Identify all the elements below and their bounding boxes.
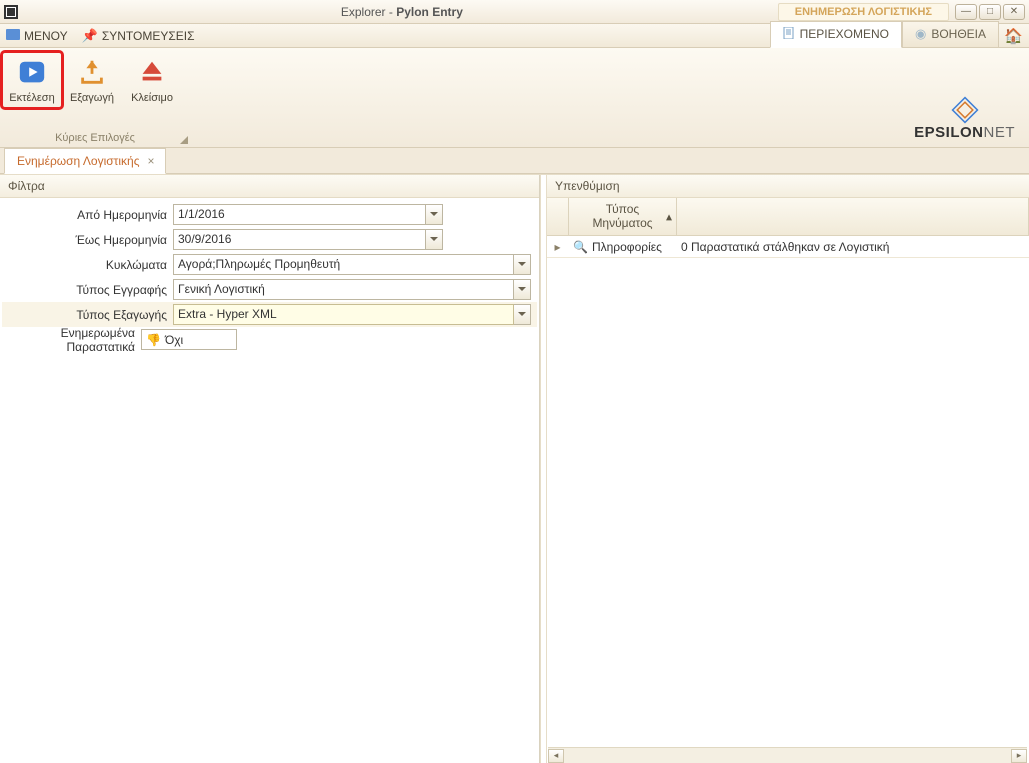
run-button-label: Εκτέλεση — [9, 92, 54, 104]
grid-col-marker[interactable] — [547, 198, 569, 235]
horizontal-scrollbar[interactable]: ◂ ▸ — [548, 747, 1027, 763]
grid-row[interactable]: ▸ 🔍 Πληροφορίες 0 Παραστατικά στάλθηκαν … — [547, 236, 1029, 258]
to-date-label: Έως Ημερομηνία — [2, 233, 173, 247]
cell-msg-type: 🔍 Πληροφορίες — [569, 240, 677, 254]
menu-main-label: ΜΕΝΟΥ — [24, 29, 68, 43]
scroll-right-button[interactable]: ▸ — [1011, 749, 1027, 763]
active-context-pill: ΕΝΗΜΕΡΩΣΗ ΛΟΓΙΣΤΙΚΗΣ — [778, 3, 949, 21]
splitter[interactable] — [540, 175, 547, 763]
brand-bold: EPSILON — [914, 124, 983, 141]
row-to-date: Έως Ημερομηνία 30/9/2016 — [2, 227, 537, 252]
reminder-header: Υπενθύμιση — [547, 175, 1029, 198]
from-date-input[interactable]: 1/1/2016 — [173, 204, 426, 225]
export-type-dropdown[interactable] — [514, 304, 531, 325]
cell-message: 0 Παραστατικά στάλθηκαν σε Λογιστική — [677, 240, 1029, 254]
row-export-type: Τύπος Εξαγωγής Extra - Hyper XML — [2, 302, 537, 327]
tab-content-label: ΠΕΡΙΕΧΟΜΕΝΟ — [800, 27, 889, 41]
to-date-input[interactable]: 30/9/2016 — [173, 229, 426, 250]
col-msg-type-l2: Μηνύματος — [592, 217, 652, 230]
document-icon — [783, 27, 795, 42]
help-tabs: ΠΕΡΙΕΧΟΜΕΝΟ ◉ ΒΟΗΘΕΙΑ — [770, 21, 999, 48]
grid-col-msg-type[interactable]: Τύπος Μηνύματος ▴ — [569, 198, 677, 235]
menubar: ΜΕΝΟΥ 📌 ΣΥΝΤΟΜΕΥΣΕΙΣ ΠΕΡΙΕΧΟΜΕΝΟ ◉ ΒΟΗΘΕ… — [0, 24, 1029, 48]
close-button[interactable]: Κλείσιμο — [122, 52, 182, 108]
document-tab[interactable]: Ενημέρωση Λογιστικής × — [4, 148, 166, 174]
app-icon — [4, 5, 18, 19]
filters-pane: Φίλτρα Από Ημερομηνία 1/1/2016 Έως Ημερο… — [0, 175, 540, 763]
folder-icon — [6, 29, 20, 43]
grid-col-message[interactable] — [677, 198, 1029, 235]
export-button[interactable]: Εξαγωγή — [62, 52, 122, 108]
brand-logo: EPSILONNET — [914, 96, 1015, 141]
doc-type-label: Τύπος Εγγραφής — [2, 283, 173, 297]
circuits-dropdown[interactable] — [514, 254, 531, 275]
scroll-track[interactable] — [564, 749, 1011, 763]
content-area: Φίλτρα Από Ημερομηνία 1/1/2016 Έως Ημερο… — [0, 174, 1029, 763]
tab-help[interactable]: ◉ ΒΟΗΘΕΙΑ — [902, 21, 999, 48]
sort-asc-icon: ▴ — [666, 210, 672, 223]
circuits-input[interactable]: Αγορά;Πληρωμές Προμηθευτή — [173, 254, 514, 275]
close-window-button[interactable]: ✕ — [1003, 4, 1025, 20]
scroll-left-button[interactable]: ◂ — [548, 749, 564, 763]
export-type-label: Τύπος Εξαγωγής — [2, 308, 173, 322]
tab-help-label: ΒΟΗΘΕΙΑ — [931, 27, 986, 41]
doc-type-dropdown[interactable] — [514, 279, 531, 300]
globe-icon: ◉ — [915, 26, 926, 42]
export-type-input[interactable]: Extra - Hyper XML — [173, 304, 514, 325]
document-tabstrip: Ενημέρωση Λογιστικής × — [0, 148, 1029, 174]
pin-icon: 📌 — [82, 28, 98, 44]
menu-shortcuts-label: ΣΥΝΤΟΜΕΥΣΕΙΣ — [102, 29, 195, 43]
window-title: Explorer - Pylon Entry — [26, 5, 778, 19]
document-tab-label: Ενημέρωση Λογιστικής — [17, 154, 140, 168]
from-date-label: Από Ημερομηνία — [2, 208, 173, 222]
row-updated-docs: Ενημερωμένα Παραστατικά 👎 Όχι — [2, 327, 537, 352]
close-tab-icon[interactable]: × — [148, 154, 155, 168]
updated-docs-label: Ενημερωμένα Παραστατικά — [2, 326, 141, 354]
brand-light: NET — [984, 124, 1016, 141]
filters-header: Φίλτρα — [0, 175, 539, 198]
from-date-dropdown[interactable] — [426, 204, 443, 225]
maximize-button[interactable]: □ — [979, 4, 1001, 20]
row-from-date: Από Ημερομηνία 1/1/2016 — [2, 202, 537, 227]
doc-type-input[interactable]: Γενική Λογιστική — [173, 279, 514, 300]
close-button-label: Κλείσιμο — [131, 92, 173, 104]
brand-text: EPSILONNET — [914, 124, 1015, 141]
grid-header: Τύπος Μηνύματος ▴ — [547, 198, 1029, 236]
updated-docs-value: Όχι — [165, 333, 183, 347]
home-icon[interactable]: 🏠 — [1004, 27, 1023, 45]
title-prefix: Explorer - — [341, 5, 396, 19]
filters-form: Από Ημερομηνία 1/1/2016 Έως Ημερομηνία 3… — [0, 198, 539, 356]
title-app: Pylon Entry — [396, 5, 463, 19]
ribbon-group-caption[interactable]: Κύριες Επιλογές — [0, 129, 190, 147]
run-button[interactable]: Εκτέλεση — [2, 52, 62, 108]
menu-main[interactable]: ΜΕΝΟΥ — [6, 29, 68, 43]
menu-shortcuts[interactable]: 📌 ΣΥΝΤΟΜΕΥΣΕΙΣ — [82, 28, 195, 44]
to-date-dropdown[interactable] — [426, 229, 443, 250]
minimize-button[interactable]: — — [955, 4, 977, 20]
ribbon: Εκτέλεση Εξαγωγή Κλείσιμο Κύριες Επιλογέ… — [0, 48, 1029, 148]
play-icon — [16, 56, 48, 88]
row-indicator-icon: ▸ — [547, 240, 569, 254]
thumbs-down-icon: 👎 — [146, 333, 161, 347]
export-button-label: Εξαγωγή — [70, 92, 114, 104]
circuits-label: Κυκλώματα — [2, 258, 173, 272]
reminder-pane: Υπενθύμιση Τύπος Μηνύματος ▴ ▸ 🔍 Πληροφο… — [547, 175, 1029, 763]
cell-msg-type-text: Πληροφορίες — [592, 240, 662, 254]
tab-content[interactable]: ΠΕΡΙΕΧΟΜΕΝΟ — [770, 21, 902, 48]
export-icon — [76, 56, 108, 88]
window-buttons: — □ ✕ — [955, 4, 1025, 20]
col-msg-type-l1: Τύπος — [606, 203, 639, 216]
row-circuits: Κυκλώματα Αγορά;Πληρωμές Προμηθευτή — [2, 252, 537, 277]
eject-icon — [136, 56, 168, 88]
magnifier-icon: 🔍 — [573, 240, 588, 254]
ribbon-group-main: Εκτέλεση Εξαγωγή Κλείσιμο Κύριες Επιλογέ… — [0, 48, 190, 147]
updated-docs-toggle[interactable]: 👎 Όχι — [141, 329, 237, 350]
row-doc-type: Τύπος Εγγραφής Γενική Λογιστική — [2, 277, 537, 302]
epsilon-logo-icon — [949, 96, 981, 124]
